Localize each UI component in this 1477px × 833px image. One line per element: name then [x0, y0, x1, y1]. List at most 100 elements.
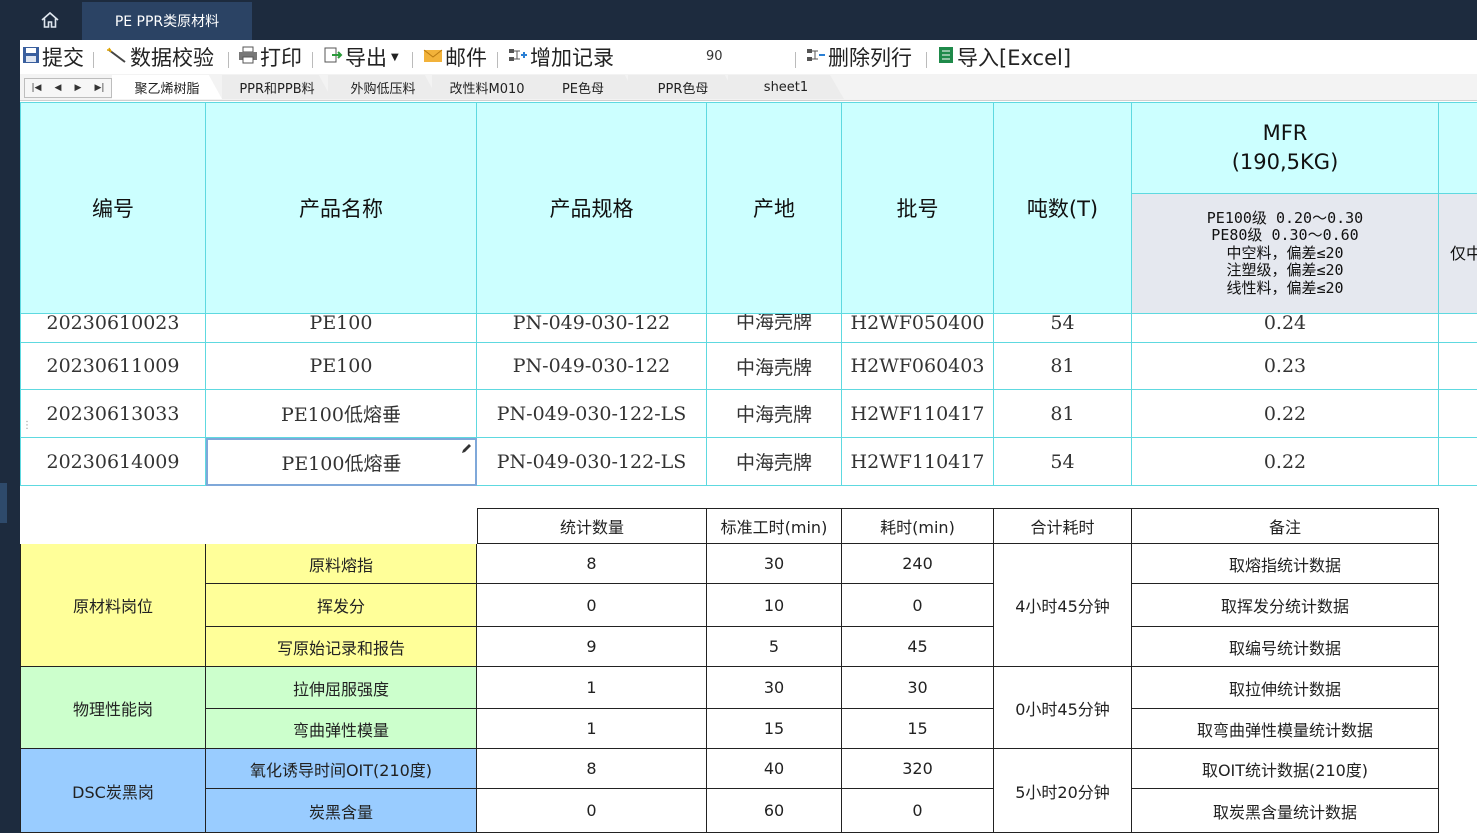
validate-button[interactable]: 数据校验 [106, 43, 214, 71]
stats-note[interactable]: 取炭黑含量统计数据 [1132, 789, 1439, 833]
add-record-button[interactable]: 增加记录 [508, 43, 614, 71]
cell-next[interactable] [1439, 438, 1477, 486]
cell-origin[interactable]: 中海壳牌 [707, 343, 842, 390]
stats-note[interactable]: 取OIT统计数据(210度) [1132, 749, 1439, 789]
cell-batch[interactable]: H2WF060403 [842, 343, 994, 390]
cell-id[interactable]: 20230613033 [20, 390, 206, 438]
stats-note[interactable]: 取弯曲弹性模量统计数据 [1132, 709, 1439, 749]
cell-mfr[interactable]: 0.24 [1132, 314, 1439, 343]
cell-next[interactable] [1439, 390, 1477, 438]
cell-origin[interactable]: 中海壳牌 [707, 438, 842, 486]
cell-product-spec[interactable]: PN-049-030-122-LS [477, 438, 707, 486]
sheet-tab-ppr-color[interactable]: PPR色母 [628, 75, 738, 99]
cell-batch[interactable]: H2WF110417 [842, 438, 994, 486]
next-sheet-icon[interactable]: ▶ [75, 83, 82, 93]
stats-total[interactable]: 5小时20分钟 [994, 749, 1132, 833]
stats-time[interactable]: 320 [842, 749, 994, 789]
tab-pe-ppr[interactable]: PE PPR类原材料 [82, 2, 252, 40]
cell-batch[interactable]: H2WF050400 [842, 314, 994, 343]
cell-tonnage[interactable]: 81 [994, 343, 1132, 390]
cell-id[interactable]: 20230610023 [20, 314, 206, 343]
stats-note[interactable]: 取编号统计数据 [1132, 627, 1439, 667]
stats-std-time[interactable]: 30 [707, 544, 842, 584]
stats-total[interactable]: 0小时45分钟 [994, 667, 1132, 749]
pencil-icon[interactable] [460, 440, 472, 459]
cell-batch[interactable]: H2WF110417 [842, 390, 994, 438]
first-sheet-icon[interactable]: |◀ [32, 83, 42, 93]
header-product-spec: 产品规格 [477, 102, 707, 314]
cell-next[interactable] [1439, 343, 1477, 390]
last-sheet-icon[interactable]: ▶| [94, 83, 104, 93]
stats-count[interactable]: 1 [477, 709, 707, 749]
group-dsc: DSC炭黑岗 [20, 749, 206, 833]
cell-product-name[interactable]: PE100 [206, 314, 477, 343]
stats-count[interactable]: 1 [477, 667, 707, 709]
stats-time[interactable]: 0 [842, 584, 994, 627]
stats-note[interactable]: 取拉伸统计数据 [1132, 667, 1439, 709]
cell-product-name-selected[interactable]: PE100低熔垂 [206, 438, 477, 486]
cell-id[interactable]: 20230611009 [20, 343, 206, 390]
cell-origin[interactable]: 中海壳牌 [707, 390, 842, 438]
stats-item-label: 氧化诱导时间OIT(210度) [206, 749, 477, 789]
sheet-tab-purchased[interactable]: 外购低压料 [328, 75, 438, 99]
home-icon[interactable] [20, 0, 80, 40]
cell-tonnage[interactable]: 54 [994, 314, 1132, 343]
stats-std-time[interactable]: 5 [707, 627, 842, 667]
export-button[interactable]: 导出 ▼ [323, 43, 399, 71]
wand-icon [106, 45, 128, 69]
mfr-spec: PE100级 0.20～0.30 PE80级 0.30～0.60 中空料，偏差≤… [1132, 194, 1439, 314]
cell-text: 20230610023 [46, 314, 180, 334]
stats-time[interactable]: 240 [842, 544, 994, 584]
cell-tonnage[interactable]: 81 [994, 390, 1132, 438]
stats-time[interactable]: 0 [842, 789, 994, 833]
stats-std-time[interactable]: 30 [707, 667, 842, 709]
stats-std-time[interactable]: 40 [707, 749, 842, 789]
toolbar-separator [926, 52, 927, 68]
stats-note[interactable]: 取熔指统计数据 [1132, 544, 1439, 584]
sheet-tab-ppr-ppb[interactable]: PPR和PPB料 [222, 75, 332, 99]
sheet-tab-pe-color[interactable]: PE色母 [528, 75, 638, 99]
submit-button[interactable]: 提交 [22, 43, 84, 71]
sheet-tab-modified[interactable]: 改性料M010 [432, 75, 542, 99]
stats-std-time[interactable]: 10 [707, 584, 842, 627]
sheet-tab-polyethylene[interactable]: 聚乙烯树脂 [112, 75, 222, 99]
cell-origin[interactable]: 中海壳牌 [707, 314, 842, 343]
cell-tonnage[interactable]: 54 [994, 438, 1132, 486]
export-icon [323, 45, 343, 69]
cell-mfr[interactable]: 0.23 [1132, 343, 1439, 390]
print-label: 打印 [260, 46, 302, 70]
stats-std-time[interactable]: 15 [707, 709, 842, 749]
cell-product-name[interactable]: PE100低熔垂 [206, 390, 477, 438]
stats-count[interactable]: 0 [477, 789, 707, 833]
cell-mfr[interactable]: 0.22 [1132, 390, 1439, 438]
stats-count[interactable]: 9 [477, 627, 707, 667]
cell-mfr[interactable]: 0.22 [1132, 438, 1439, 486]
cell-id[interactable]: 20230614009 [20, 438, 206, 486]
toolbar-separator [412, 52, 413, 68]
sheet-tab-sheet1[interactable]: sheet1 [728, 75, 844, 99]
import-excel-button[interactable]: 导入[Excel] [937, 43, 1071, 71]
cell-product-spec[interactable]: PN-049-030-122 [477, 343, 707, 390]
stats-total[interactable]: 4小时45分钟 [994, 544, 1132, 667]
print-button[interactable]: 打印 [238, 43, 302, 71]
cell-next[interactable] [1439, 314, 1477, 343]
stats-time[interactable]: 30 [842, 667, 994, 709]
stats-std-time[interactable]: 60 [707, 789, 842, 833]
add-row-icon [508, 45, 528, 69]
delete-column-button[interactable]: 删除列行 [806, 43, 912, 71]
drag-handle-icon[interactable]: ⋮ [22, 420, 32, 431]
cell-product-spec[interactable]: PN-049-030-122 [477, 314, 707, 343]
stats-note[interactable]: 取挥发分统计数据 [1132, 584, 1439, 627]
stats-time[interactable]: 15 [842, 709, 994, 749]
cell-text: PE100 [309, 314, 373, 334]
toolbar-separator [228, 52, 229, 68]
prev-sheet-icon[interactable]: ◀ [55, 83, 62, 93]
mail-button[interactable]: 邮件 [423, 43, 487, 71]
stats-time[interactable]: 45 [842, 627, 994, 667]
stats-count[interactable]: 8 [477, 749, 707, 789]
cell-product-spec[interactable]: PN-049-030-122-LS [477, 390, 707, 438]
cell-product-name[interactable]: PE100 [206, 343, 477, 390]
stats-count[interactable]: 8 [477, 544, 707, 584]
stats-header-note: 备注 [1132, 508, 1439, 544]
stats-count[interactable]: 0 [477, 584, 707, 627]
